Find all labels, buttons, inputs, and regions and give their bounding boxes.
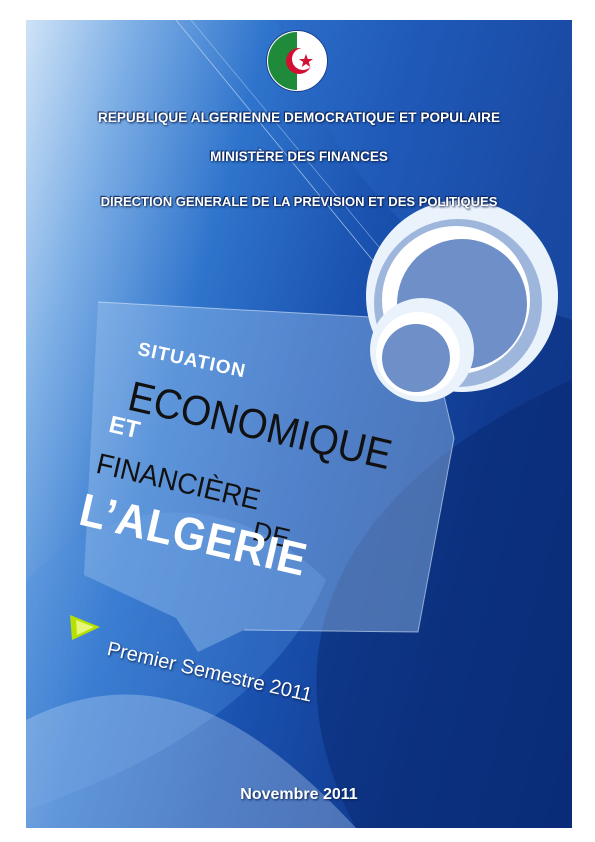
cover-page: REPUBLIQUE ALGERIENNE DEMOCRATIQUE ET PO… (26, 20, 572, 828)
republic-name: REPUBLIQUE ALGERIENNE DEMOCRATIQUE ET PO… (97, 110, 501, 125)
play-arrow-icon (70, 615, 100, 640)
publication-date: Novembre 2011 (240, 786, 358, 803)
directorate-name: DIRECTION GENERALE DE LA PREVISION ET DE… (100, 194, 498, 209)
title-et: ET (106, 411, 143, 445)
ministry-name: MINISTÈRE DES FINANCES (210, 149, 388, 164)
algerian-flag-emblem-icon (266, 30, 328, 92)
